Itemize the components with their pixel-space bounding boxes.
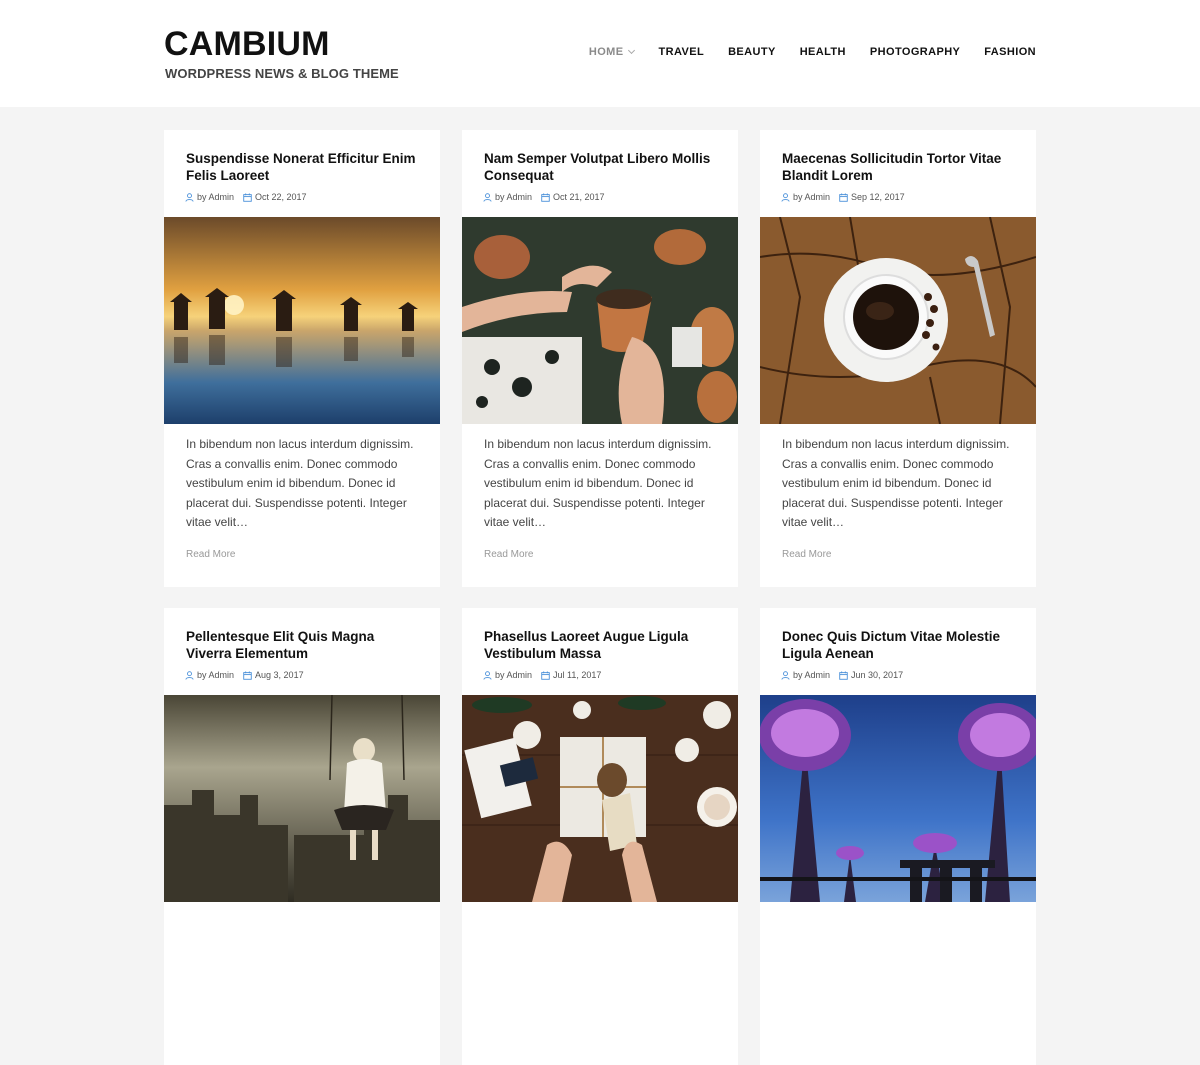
post-date[interactable]: Sep 12, 2017	[851, 192, 905, 202]
post-excerpt: In bibendum non lacus interdum dignissim…	[186, 437, 414, 529]
post-title[interactable]: Suspendisse Nonerat Efficitur Enim Felis…	[186, 151, 422, 184]
post-excerpt: In bibendum non lacus interdum dignissim…	[484, 437, 712, 529]
nav-item-label: HOME	[588, 46, 624, 58]
site-tagline: WORDPRESS NEWS & BLOG THEME	[165, 66, 399, 81]
post-thumbnail[interactable]	[462, 217, 738, 424]
post-thumbnail[interactable]	[164, 217, 440, 424]
post-thumbnail[interactable]	[760, 695, 1036, 902]
calendar-icon	[839, 192, 848, 202]
main-nav: HOME TRAVEL BEAUTY HEALTH PHOTOGRAPHY FA…	[589, 45, 1036, 59]
nav-item-label: HEALTH	[799, 46, 846, 58]
site-header: CAMBIUM WORDPRESS NEWS & BLOG THEME HOME…	[0, 0, 1200, 107]
nav-item-beauty[interactable]: BEAUTY	[728, 45, 776, 59]
post-card: Donec Quis Dictum Vitae Molestie Ligula …	[760, 608, 1036, 1065]
read-more-link[interactable]: Read More	[782, 549, 831, 560]
post-meta: by Admin Jun 30, 2017	[781, 670, 903, 680]
post-date[interactable]: Oct 21, 2017	[553, 192, 605, 202]
post-author[interactable]: by Admin	[793, 670, 830, 680]
nav-item-label: TRAVEL	[658, 46, 705, 58]
calendar-icon	[243, 192, 252, 202]
post-author[interactable]: by Admin	[197, 670, 234, 680]
chevron-down-icon	[628, 46, 636, 54]
calendar-icon	[541, 192, 550, 202]
nav-item-travel[interactable]: TRAVEL	[658, 45, 704, 59]
post-title[interactable]: Nam Semper Volutpat Libero Mollis Conseq…	[484, 151, 720, 184]
post-author[interactable]: by Admin	[197, 192, 234, 202]
user-icon	[781, 192, 790, 202]
post-grid: Suspendisse Nonerat Efficitur Enim Felis…	[164, 130, 1036, 1065]
post-date[interactable]: Jul 11, 2017	[553, 670, 601, 680]
post-meta: by Admin Oct 21, 2017	[483, 192, 605, 202]
user-icon	[483, 192, 492, 202]
post-excerpt: In bibendum non lacus interdum dignissim…	[782, 437, 1010, 529]
calendar-icon	[243, 670, 252, 680]
post-card: Nam Semper Volutpat Libero Mollis Conseq…	[462, 130, 738, 587]
post-date[interactable]: Jun 30, 2017	[851, 670, 903, 680]
nav-item-label: BEAUTY	[728, 46, 776, 58]
user-icon	[483, 670, 492, 680]
post-meta: by Admin Aug 3, 2017	[185, 670, 304, 680]
post-card: Suspendisse Nonerat Efficitur Enim Felis…	[164, 130, 440, 587]
read-more-link[interactable]: Read More	[186, 549, 235, 560]
post-title[interactable]: Pellentesque Elit Quis Magna Viverra Ele…	[186, 629, 422, 662]
post-author[interactable]: by Admin	[495, 192, 532, 202]
post-meta: by Admin Jul 11, 2017	[483, 670, 601, 680]
post-date[interactable]: Aug 3, 2017	[255, 670, 304, 680]
user-icon	[185, 670, 194, 680]
post-title[interactable]: Phasellus Laoreet Augue Ligula Vestibulu…	[484, 629, 720, 662]
nav-item-photography[interactable]: PHOTOGRAPHY	[870, 45, 960, 59]
nav-item-home[interactable]: HOME	[588, 45, 636, 59]
post-title[interactable]: Maecenas Sollicitudin Tortor Vitae Bland…	[782, 151, 1018, 184]
user-icon	[781, 670, 790, 680]
post-author[interactable]: by Admin	[495, 670, 532, 680]
user-icon	[185, 192, 194, 202]
post-meta: by Admin Sep 12, 2017	[781, 192, 905, 202]
site-title[interactable]: CAMBIUM	[164, 24, 330, 64]
calendar-icon	[541, 670, 550, 680]
post-thumbnail[interactable]	[462, 695, 738, 902]
read-more-link[interactable]: Read More	[484, 549, 533, 560]
post-title[interactable]: Donec Quis Dictum Vitae Molestie Ligula …	[782, 629, 1018, 662]
nav-item-health[interactable]: HEALTH	[800, 45, 846, 59]
nav-item-label: PHOTOGRAPHY	[869, 46, 961, 58]
calendar-icon	[839, 670, 848, 680]
post-author[interactable]: by Admin	[793, 192, 830, 202]
post-card: Maecenas Sollicitudin Tortor Vitae Bland…	[760, 130, 1036, 587]
post-thumbnail[interactable]	[760, 217, 1036, 424]
post-date[interactable]: Oct 22, 2017	[255, 192, 307, 202]
nav-item-fashion[interactable]: FASHION	[984, 45, 1036, 59]
post-card: Pellentesque Elit Quis Magna Viverra Ele…	[164, 608, 440, 1065]
post-card: Phasellus Laoreet Augue Ligula Vestibulu…	[462, 608, 738, 1065]
post-meta: by Admin Oct 22, 2017	[185, 192, 307, 202]
post-thumbnail[interactable]	[164, 695, 440, 902]
nav-item-label: FASHION	[984, 46, 1036, 58]
